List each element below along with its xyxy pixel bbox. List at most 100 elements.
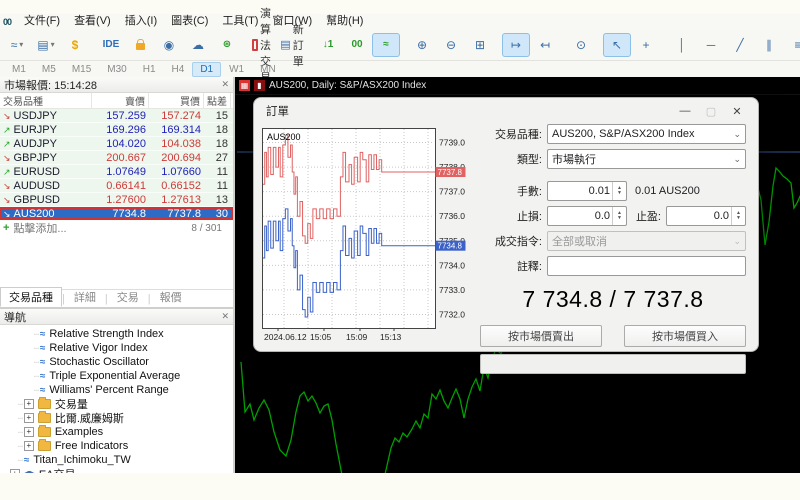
stop-loss-label: 止損: [480,208,542,224]
column-header[interactable]: 點差 [204,93,231,108]
timeframe-h4[interactable]: H4 [164,62,193,77]
svg-text:AUS200: AUS200 [267,132,301,142]
tree-item-relative-vigor-index[interactable]: ┈≈Relative Vigor Index [0,341,233,355]
close-icon[interactable]: ✕ [221,79,229,90]
tree-item-triple-exponential-average[interactable]: ┈≈Triple Exponential Average [0,369,233,383]
timeframe-m30[interactable]: M30 [99,62,134,77]
menu-item[interactable]: 幫助(H) [319,15,370,27]
close-button[interactable]: ✕ [724,105,750,118]
tree-item--[interactable]: ┈+交易量 [0,397,233,411]
stepper-arrows[interactable]: ▲▼ [731,207,745,225]
menu-item[interactable]: 查看(V) [67,15,118,27]
signals-button[interactable]: ◉ [155,33,183,57]
timeframe-m5[interactable]: M5 [34,62,64,77]
tree-item-free-indicators[interactable]: ┈+Free Indicators [0,439,233,453]
symbol-row-audusd[interactable]: ↘AUDUSD0.661410.6615211 [0,179,233,193]
timeframe-m15[interactable]: M15 [64,62,99,77]
zoom-in-button[interactable]: ⊕ [408,33,436,57]
stepper-arrows[interactable]: ▲▼ [612,207,626,225]
indicator-icon: ≈ [40,371,46,382]
tree-item-titan-ichimoku-tw[interactable]: ┈≈Titan_Ichimoku_TW [0,453,233,467]
auto-scroll-button[interactable]: ↦ [502,33,530,57]
menu-item[interactable]: 文件(F) [17,15,67,27]
trendline-button[interactable]: ╱ [726,33,754,57]
vertical-line-button[interactable]: │ [668,33,696,57]
order-dialog: 訂單 — ▢ ✕ 7739.07738.07737.07736.07735.07… [253,97,759,352]
zoom-out-button[interactable]: ⊖ [437,33,465,57]
zoom-in-icon: ⊕ [417,38,427,52]
column-header[interactable]: 買價 [149,93,204,108]
menu-item[interactable]: 圖表(C) [164,15,215,27]
close-icon[interactable]: ✕ [221,311,229,322]
order-type-select[interactable]: 市場執行 ⌄ [547,149,746,169]
tab-details[interactable]: 詳細 [65,287,105,307]
auto-scroll-icon: ↦ [511,38,521,52]
symbol-row-usdjpy[interactable]: ↘USDJPY157.259157.27415 [0,109,233,123]
new-order-button[interactable]: ▤新訂單 [278,33,306,57]
vps-button[interactable]: ⊛ [213,33,241,57]
tab-symbols[interactable]: 交易品種 [0,287,62,307]
click-to-add-row[interactable]: + 點擊添加... 8 / 301 [0,221,233,235]
column-header[interactable]: 賣價 [92,93,149,108]
timeframe-w1[interactable]: W1 [221,62,252,77]
symbol-row-eurusd[interactable]: ↗EURUSD1.076491.0766011 [0,165,233,179]
expand-icon[interactable]: + [24,399,34,409]
cursor-button[interactable]: ↖ [603,33,631,57]
profiles-button[interactable]: ▤▾ [32,33,60,57]
candle-chart-button[interactable]: 00 [343,33,371,57]
menu-item[interactable]: 插入(I) [118,15,164,27]
bar-chart-button[interactable]: ↓1 [314,33,342,57]
crosshair-button[interactable]: + [632,33,660,57]
volume-stepper[interactable]: 0.01 ▲▼ [547,181,627,201]
symbol-row-eurjpy[interactable]: ↗EURJPY169.296169.31418 [0,123,233,137]
tree-item--[interactable]: ┈+比爾.威廉姆斯 [0,411,233,425]
stop-loss-stepper[interactable]: 0.0 ▲▼ [547,206,627,226]
expand-icon[interactable]: + [24,413,34,423]
tab-trading[interactable]: 交易 [108,287,148,307]
line-chart-button[interactable]: ≈ [372,33,400,57]
chart-shift-button[interactable]: ↤ [531,33,559,57]
ide-button[interactable]: IDE [97,33,125,57]
chart-type-button[interactable]: ≈▾ [3,33,31,57]
expand-icon[interactable]: + [24,441,34,451]
ask-price: 200.694 [149,152,204,164]
horizontal-line-button[interactable]: ─ [697,33,725,57]
chart-type-icon: ≈ [11,38,18,52]
bid-ask-price-display: 7 734.8 / 7 737.8 [480,286,746,313]
tree-item-stochastic-oscillator[interactable]: ┈≈Stochastic Oscillator [0,355,233,369]
symbols-button[interactable]: $ [61,33,89,57]
tab-ticks[interactable]: 報價 [151,287,191,307]
symbol-row-aus200[interactable]: ↘AUS2007734.87737.830 [0,207,233,221]
timeframe-h1[interactable]: H1 [135,62,164,77]
tree-item-relative-strength-index[interactable]: ┈≈Relative Strength Index [0,327,233,341]
symbol-select[interactable]: AUS200, S&P/ASX200 Index ⌄ [547,124,746,144]
buy-by-market-button[interactable]: 按市場價買入 [624,325,746,347]
timeframe-d1[interactable]: D1 [192,62,221,77]
tree-item-williams-percent-range[interactable]: ┈≈Williams' Percent Range [0,383,233,397]
take-profit-stepper[interactable]: 0.0 ▲▼ [666,206,746,226]
algo-trading-button[interactable]: 演算法交易 [249,33,277,57]
fibonacci-button[interactable]: ≡ [784,33,800,57]
timeframe-mn[interactable]: MN [252,62,284,77]
comment-input[interactable] [547,256,746,276]
sell-by-market-button[interactable]: 按市場價賣出 [480,325,602,347]
tree-item-examples[interactable]: ┈+Examples [0,425,233,439]
screenshot-button[interactable]: ⊙ [567,33,595,57]
signals-icon: ◉ [164,38,174,52]
symbol-row-audjpy[interactable]: ↗AUDJPY104.020104.03818 [0,137,233,151]
expand-icon[interactable]: + [24,427,34,437]
minimize-button[interactable]: — [672,105,698,118]
stepper-arrows[interactable]: ▲▼ [612,182,626,200]
tile-windows-button[interactable]: ⊞ [466,33,494,57]
column-header[interactable]: 交易品種 [0,93,92,108]
cloud-button[interactable]: ☁ [184,33,212,57]
symbol-row-gbpjpy[interactable]: ↘GBPJPY200.667200.69427 [0,151,233,165]
symbol-row-gbpusd[interactable]: ↘GBPUSD1.276001.2761313 [0,193,233,207]
channel-button[interactable]: ∥ [755,33,783,57]
market-button[interactable] [126,33,154,57]
maximize-button[interactable]: ▢ [698,105,724,118]
timeframe-m1[interactable]: M1 [4,62,34,77]
order-dialog-titlebar[interactable]: 訂單 — ▢ ✕ [254,98,758,124]
menu-item[interactable]: 工具(T) [215,15,265,27]
candle-chart-icon: 00 [351,39,362,50]
